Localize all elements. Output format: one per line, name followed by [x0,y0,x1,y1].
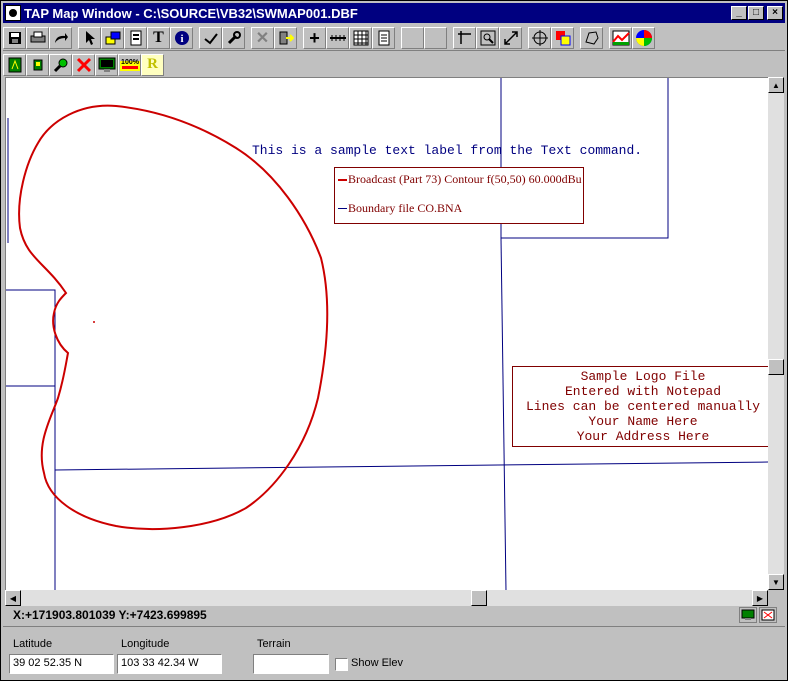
exit-icon[interactable] [274,27,297,49]
logo-line: Your Address Here [576,429,710,444]
logo-line: Your Name Here [588,414,698,429]
map-small-icon[interactable] [26,53,49,76]
wrench-icon[interactable] [222,27,245,49]
scroll-down-icon[interactable]: ▼ [768,574,784,590]
legend-swatch-blue [338,208,347,209]
redo-icon[interactable] [49,27,72,49]
legend-label: Broadcast (Part 73) Contour f(50,50) 60.… [348,172,582,186]
red-x-icon[interactable] [72,53,95,76]
maximize-button[interactable]: □ [748,6,764,20]
map-window: TAP Map Window - C:\SOURCE\VB32\SWMAP001… [0,0,788,681]
map-legend: Broadcast (Part 73) Contour f(50,50) 60.… [334,167,584,224]
show-elev-checkbox[interactable] [335,658,348,671]
color-wheel-icon[interactable] [632,27,655,49]
blank-tool-1[interactable] [401,27,424,49]
logo-line: Entered with Notepad [564,384,722,399]
legend-item-boundary: Boundary file CO.BNA [338,201,462,216]
r-icon[interactable]: R [141,53,164,76]
legend-swatch-red [338,178,347,181]
notepad-icon[interactable] [372,27,395,49]
scroll-up-icon[interactable]: ▲ [768,77,784,93]
zoom-box-icon[interactable] [476,27,499,49]
overlay-icon[interactable] [551,27,574,49]
coordinate-readout: X:+171903.801039 Y:+7423.699895 [13,608,207,622]
secondary-toolbar: 100% R [3,52,785,77]
print-preview-icon[interactable] [759,607,777,623]
save-icon[interactable] [3,27,26,49]
print-icon[interactable] [26,27,49,49]
transmitter-site [93,321,95,323]
vertical-scroll-thumb[interactable] [768,359,784,375]
app-icon[interactable] [5,5,21,21]
polygon-icon[interactable] [580,27,603,49]
longitude-field[interactable]: 103 33 42.34 W [117,654,222,674]
monitor-icon[interactable] [95,53,118,76]
title-bar[interactable]: TAP Map Window - C:\SOURCE\VB32\SWMAP001… [3,3,785,23]
pan-icon[interactable] [528,27,551,49]
layers-icon[interactable] [101,27,124,49]
show-elev-label[interactable]: Show Elev [351,657,403,669]
magnifier-icon[interactable] [49,53,72,76]
longitude-label: Longitude [121,638,170,650]
location-panel: Latitude 39 02 52.35 N Longitude 103 33 … [3,626,785,678]
vertical-scrollbar[interactable]: ▲ ▼ [768,77,784,590]
map-canvas[interactable]: This is a sample text label from the Tex… [5,77,768,590]
logo-line: Sample Logo File [580,369,706,384]
grid-icon[interactable] [349,27,372,49]
info-glyph: i [180,33,183,45]
main-toolbar: T i ✕ + [3,26,785,51]
ruler-icon[interactable] [326,27,349,49]
map-view-icon[interactable] [739,607,757,623]
edit-icon[interactable] [199,27,222,49]
terrain-icon[interactable] [609,27,632,49]
text-icon[interactable]: T [147,27,170,49]
crosshair-icon[interactable]: + [303,27,326,49]
logo-box: Sample Logo File Entered with Notepad Li… [512,366,768,447]
close-button[interactable]: × [767,6,783,20]
broadcast-contour [18,104,329,530]
boundary-line [500,237,507,590]
legend-item-contour: Broadcast (Part 73) Contour f(50,50) 60.… [338,172,582,187]
legend-label: Boundary file CO.BNA [348,201,463,215]
latitude-field[interactable]: 39 02 52.35 N [9,654,114,674]
zoom-100-icon[interactable]: 100% [118,53,141,76]
latitude-label: Latitude [13,638,53,650]
scroll-right-icon[interactable]: ▶ [752,590,768,606]
sample-text-label: This is a sample text label from the Tex… [252,143,643,158]
expand-icon[interactable] [499,27,522,49]
terrain-field[interactable] [253,654,329,674]
logo-line: Lines can be centered manually [525,399,761,414]
properties-icon[interactable] [124,27,147,49]
axis-icon[interactable] [453,27,476,49]
scroll-left-icon[interactable]: ◀ [5,590,21,606]
terrain-label: Terrain [257,638,291,650]
pointer-icon[interactable] [78,27,101,49]
info-icon[interactable]: i [170,27,193,49]
status-icons [739,607,777,623]
boundary-line [54,461,768,471]
horizontal-scrollbar[interactable]: ◀ ▶ [5,590,768,606]
zoom-100-label: 100% [121,59,140,66]
map-green-icon[interactable] [3,53,26,76]
blank-tool-2[interactable] [424,27,447,49]
minimize-button[interactable]: _ [731,6,747,20]
delete-icon[interactable]: ✕ [251,27,274,49]
boundary-line [6,289,56,590]
window-title: TAP Map Window - C:\SOURCE\VB32\SWMAP001… [24,5,358,21]
horizontal-scroll-thumb[interactable] [471,590,487,606]
